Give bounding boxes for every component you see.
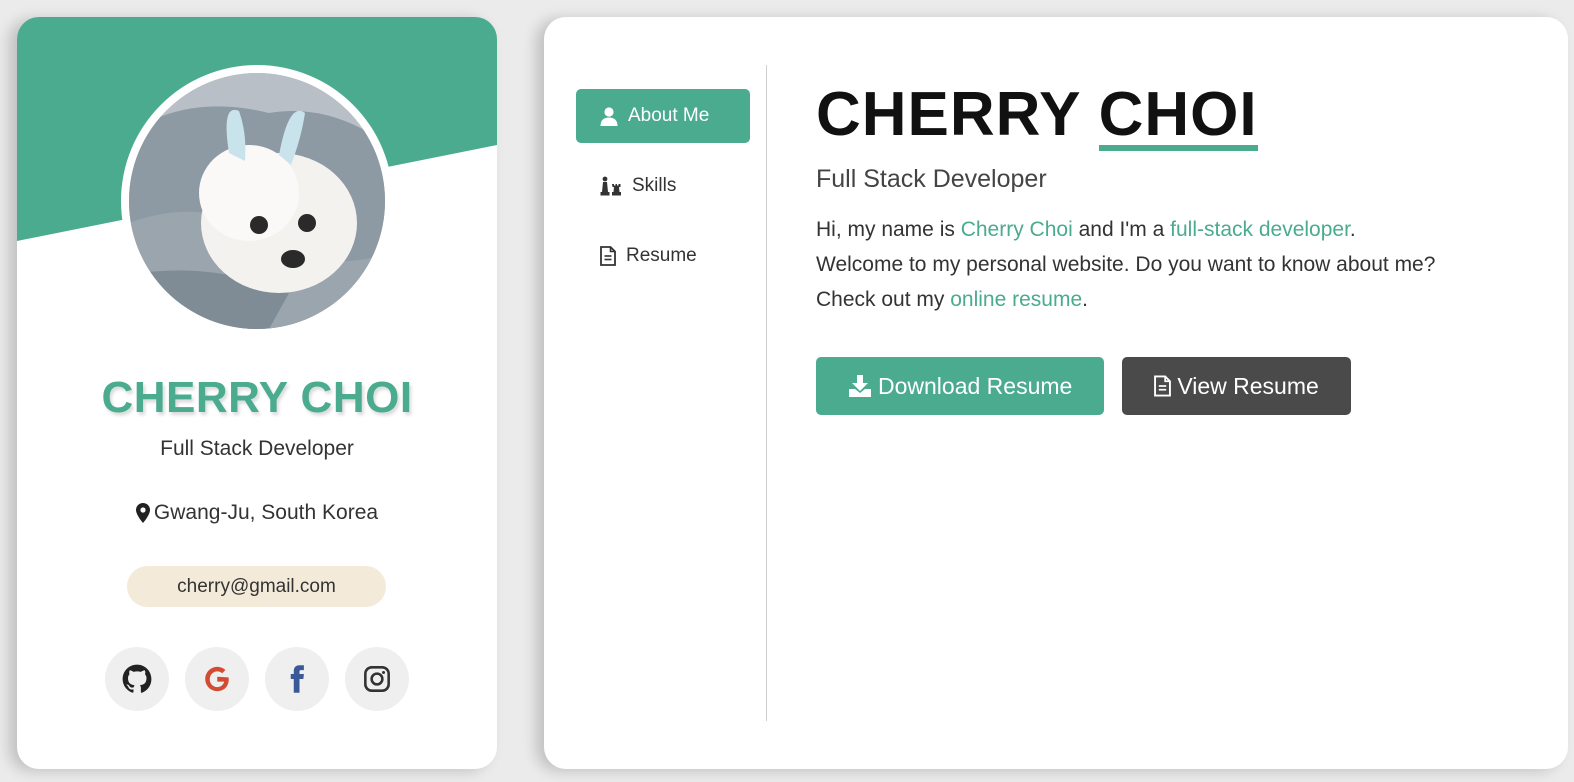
facebook-icon <box>290 665 304 693</box>
download-resume-button[interactable]: Download Resume <box>816 357 1105 415</box>
download-resume-label: Download Resume <box>878 372 1073 399</box>
page-title: CHERRY CHOI <box>816 77 1536 153</box>
name-highlight: Cherry Choi <box>960 218 1073 241</box>
first-name: CHERRY <box>816 80 1081 149</box>
chess-icon <box>600 176 621 196</box>
about-section: CHERRY CHOI Full Stack Developer Hi, my … <box>816 77 1536 415</box>
instagram-icon <box>364 666 390 692</box>
github-button[interactable] <box>105 647 169 711</box>
intro-text-segment: Check out my <box>816 288 951 311</box>
intro-text-segment: . <box>1349 218 1356 241</box>
intro-line-2: Welcome to my personal website. Do you w… <box>816 253 1436 276</box>
intro-text-segment: Hi, my name is <box>816 218 961 241</box>
download-icon <box>849 375 871 397</box>
profile-role: Full Stack Developer <box>160 437 354 460</box>
profile-card: CHERRY CHOI Full Stack Developer Gwang-J… <box>17 17 497 769</box>
nav-divider <box>766 65 767 721</box>
online-resume-link[interactable]: online resume <box>950 288 1082 311</box>
intro-text: Hi, my name is Cherry Choi and I'm a ful… <box>816 212 1536 317</box>
google-button[interactable] <box>185 647 249 711</box>
view-resume-label: View Resume <box>1177 372 1319 399</box>
intro-line-3: Check out my online resume. <box>816 282 1536 317</box>
google-icon <box>205 666 229 692</box>
view-resume-button[interactable]: View Resume <box>1122 357 1351 415</box>
main-card: About Me Skills Resume CHERRY CHOI Full … <box>544 17 1568 769</box>
nav-item-about-me[interactable]: About Me <box>576 89 750 143</box>
instagram-button[interactable] <box>345 647 409 711</box>
location-text: Gwang-Ju, South Korea <box>153 501 379 524</box>
nav-item-resume[interactable]: Resume <box>576 229 750 283</box>
resume-actions: Download Resume View Resume <box>816 357 1536 415</box>
profile-name: CHERRY CHOI <box>101 373 413 422</box>
page-subtitle: Full Stack Developer <box>816 165 1047 193</box>
nav-item-label: Skills <box>632 175 677 196</box>
intro-text-segment: . <box>1082 288 1088 311</box>
nav-item-label: About Me <box>628 105 710 126</box>
role-highlight: full-stack developer <box>1170 218 1350 241</box>
profile-location: Gwang-Ju, South Korea <box>17 501 497 525</box>
document-icon <box>1154 375 1172 397</box>
last-name: CHOI <box>1098 80 1258 151</box>
intro-text-segment: and I'm a <box>1072 218 1171 241</box>
map-pin-icon <box>135 503 150 523</box>
facebook-button[interactable] <box>265 647 329 711</box>
nav-item-skills[interactable]: Skills <box>576 159 750 213</box>
email-pill[interactable]: cherry@gmail.com <box>127 566 386 607</box>
side-nav: About Me Skills Resume <box>576 89 750 299</box>
nav-item-label: Resume <box>626 245 697 266</box>
github-icon <box>122 664 152 693</box>
document-icon <box>600 246 616 266</box>
avatar <box>129 73 385 329</box>
intro-line-1: Hi, my name is Cherry Choi and I'm a ful… <box>816 212 1536 247</box>
social-links <box>105 647 409 711</box>
user-icon <box>600 106 618 126</box>
